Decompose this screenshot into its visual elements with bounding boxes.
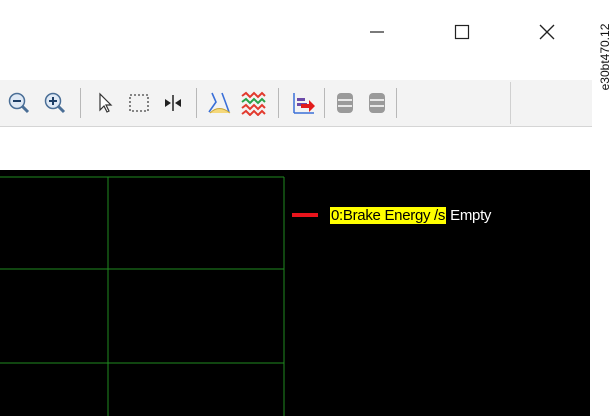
toolbar-separator bbox=[196, 88, 197, 118]
database-button[interactable] bbox=[332, 90, 358, 116]
minimize-button[interactable] bbox=[354, 14, 400, 50]
database-alt-button[interactable] bbox=[364, 90, 390, 116]
legend-entry[interactable]: 0:Brake Energy /s Empty bbox=[292, 206, 491, 224]
chart-style-button[interactable] bbox=[206, 90, 232, 116]
zoom-out-icon bbox=[8, 92, 30, 114]
toolbar-separator bbox=[80, 88, 81, 118]
toolbar-edge bbox=[510, 82, 511, 124]
toolbar-separator bbox=[278, 88, 279, 118]
database-icon bbox=[337, 93, 353, 113]
zoom-in-icon bbox=[44, 92, 66, 114]
cursor-split-icon bbox=[165, 95, 181, 111]
chart-colors-icon bbox=[241, 91, 266, 116]
figure-id-text: e30bt470.12 bbox=[598, 23, 612, 91]
select-rectangle-button[interactable] bbox=[126, 90, 152, 116]
plot-area[interactable]: 0:Brake Energy /s Empty bbox=[0, 170, 590, 416]
maximize-icon bbox=[454, 24, 470, 40]
pointer-icon bbox=[99, 92, 113, 113]
legend-signal-label: 0:Brake Energy /s bbox=[330, 206, 447, 224]
legend-color-swatch bbox=[292, 213, 318, 217]
zoom-in-button[interactable] bbox=[42, 90, 68, 116]
chart-style-icon bbox=[208, 92, 231, 114]
select-rectangle-icon bbox=[129, 94, 149, 112]
chart-toolbar bbox=[0, 80, 592, 127]
zoom-out-button[interactable] bbox=[6, 90, 32, 116]
database-alt-icon bbox=[369, 93, 385, 113]
toolbar-separator bbox=[324, 88, 325, 118]
maximize-button[interactable] bbox=[439, 14, 485, 50]
figure-id-label: e30bt470.12 bbox=[597, 4, 613, 110]
cursor-split-button[interactable] bbox=[160, 90, 186, 116]
chart-colors-button[interactable] bbox=[240, 90, 266, 116]
export-data-icon bbox=[293, 93, 315, 114]
pointer-button[interactable] bbox=[92, 90, 118, 116]
minimize-icon bbox=[370, 31, 384, 33]
toolbar-separator bbox=[396, 88, 397, 118]
legend-signal-status: Empty bbox=[450, 206, 492, 224]
export-data-button[interactable] bbox=[290, 90, 316, 116]
close-icon bbox=[539, 24, 555, 40]
close-button[interactable] bbox=[524, 14, 570, 50]
